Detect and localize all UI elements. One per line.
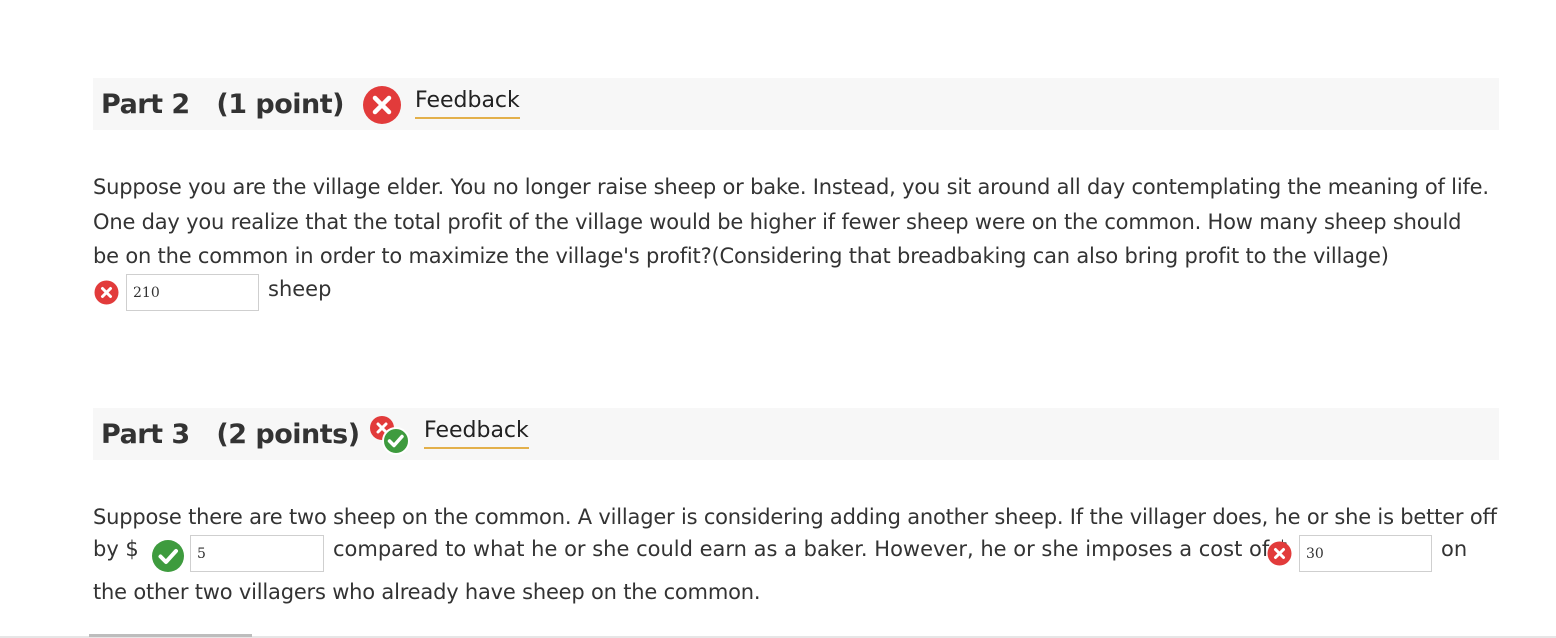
x-circle-icon [362, 85, 402, 129]
part3-suffix-text: on [1441, 537, 1468, 561]
bottom-tab-indicator [89, 634, 252, 637]
part2-title: Part 2 (1 point) [101, 89, 345, 120]
part3-answer1-input[interactable] [190, 535, 324, 572]
part3-feedback-link[interactable]: Feedback [424, 418, 529, 449]
part3-middle-text: compared to what he or she could earn as… [333, 537, 1290, 561]
part3-title: Part 3 (2 points) [101, 419, 360, 450]
part2-answer-input[interactable] [126, 274, 259, 311]
part3-header: Part 3 (2 points) Feedback [93, 408, 1499, 460]
check-circle-icon [151, 539, 185, 577]
part3-answer2-input[interactable] [1299, 535, 1432, 572]
part2-question: Suppose you are the village elder. You n… [93, 175, 1489, 268]
part2-unit-label: sheep [268, 277, 332, 301]
x-circle-icon [1267, 541, 1292, 570]
part2-header: Part 2 (1 point) Feedback [93, 78, 1499, 130]
part2-feedback-link[interactable]: Feedback [415, 88, 520, 119]
x-circle-icon [94, 280, 119, 309]
part3-question-line1: Suppose there are two sheep on the commo… [93, 505, 1497, 529]
part3-prefix-dollar: by $ [93, 537, 139, 561]
partial-credit-icon [369, 414, 411, 460]
part3-question-line3: the other two villagers who already have… [93, 580, 761, 604]
